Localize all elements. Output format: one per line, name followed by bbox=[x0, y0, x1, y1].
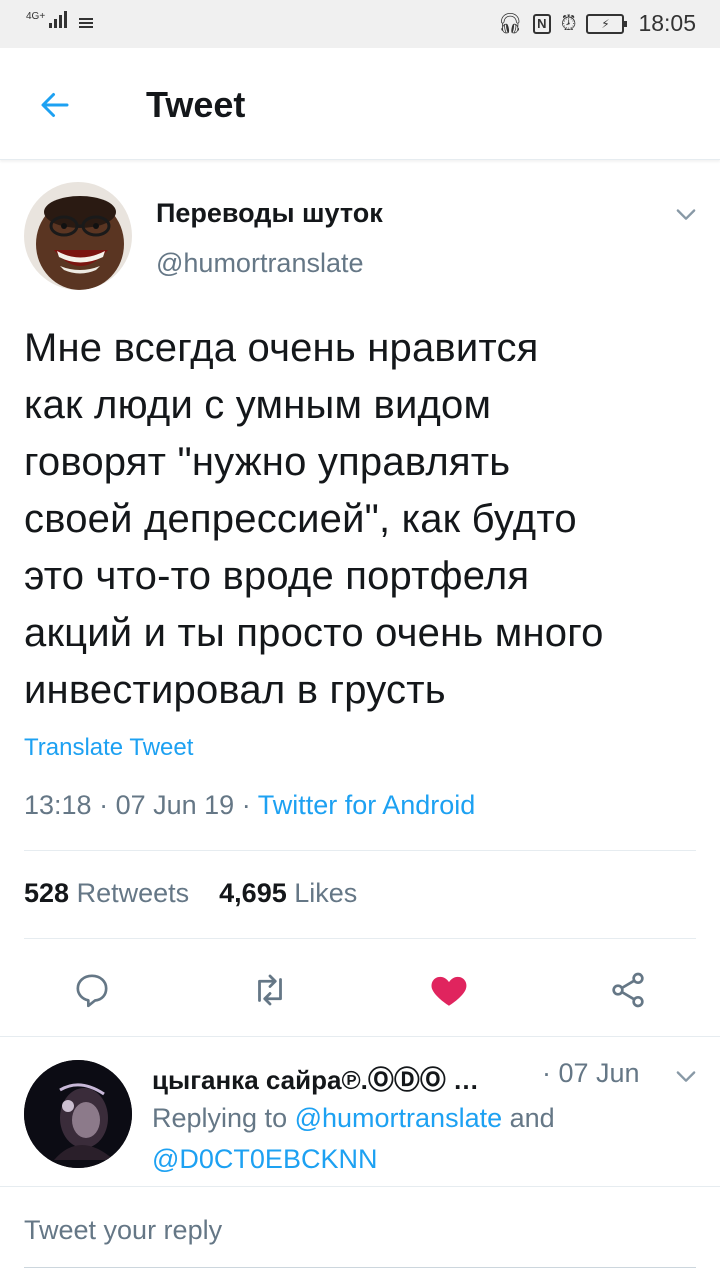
back-button[interactable] bbox=[30, 80, 80, 130]
status-bar: 4G+ 🎧︎ N ⏰︎ ⚡︎ 18:05 bbox=[0, 0, 720, 48]
replying-and: and bbox=[509, 1103, 555, 1133]
back-arrow-icon bbox=[41, 93, 69, 117]
reply-icon bbox=[76, 974, 108, 1008]
reply-input[interactable] bbox=[24, 1207, 696, 1253]
signal-bars-icon bbox=[49, 10, 68, 28]
reply-button[interactable] bbox=[62, 960, 122, 1020]
battery-icon: ⚡︎ bbox=[586, 13, 628, 34]
share-icon bbox=[612, 972, 644, 1008]
top-app-bar: Tweet bbox=[0, 48, 720, 160]
mention-link[interactable]: @humortranslate bbox=[295, 1103, 503, 1133]
replying-to: Replying to @humortranslate and @D0CT0EB… bbox=[152, 1098, 692, 1180]
likes-count: 4,695 bbox=[219, 878, 287, 908]
author-name[interactable]: Переводы шуток bbox=[156, 198, 383, 229]
tweet-date: 07 Jun 19 bbox=[115, 790, 235, 820]
network-type: 4G+ bbox=[26, 11, 46, 22]
reply-author-name[interactable]: цыганка сайра℗.ⓄⒹⓄ … bbox=[152, 1060, 479, 1097]
divider bbox=[24, 938, 696, 939]
translate-tweet-link[interactable]: Translate Tweet bbox=[24, 734, 193, 762]
likes-label: Likes bbox=[294, 878, 358, 908]
alarm-icon: ⏰︎ bbox=[560, 12, 577, 35]
tweet-client-link[interactable]: Twitter for Android bbox=[258, 790, 476, 820]
author-avatar[interactable] bbox=[24, 182, 132, 290]
tweet-stats: 528 Retweets 4,695 Likes bbox=[24, 878, 357, 909]
tweet-time: 13:18 bbox=[24, 790, 92, 820]
like-heart-icon bbox=[431, 976, 467, 1006]
nfc-icon: N bbox=[532, 13, 551, 34]
retweets-label: Retweets bbox=[76, 878, 190, 908]
divider bbox=[0, 1036, 720, 1037]
retweets-stat[interactable]: 528 Retweets bbox=[24, 878, 189, 908]
mention-link[interactable]: @D0CT0EBCKNN bbox=[152, 1144, 377, 1174]
headphones-icon: 🎧︎ bbox=[497, 12, 523, 35]
status-icons: 🎧︎ N ⏰︎ ⚡︎ 18:05 bbox=[497, 10, 696, 37]
page-title: Tweet bbox=[146, 84, 246, 125]
reply-composer bbox=[0, 1187, 720, 1280]
divider bbox=[24, 850, 696, 851]
chevron-down-icon bbox=[676, 209, 696, 220]
tweet-menu-button[interactable] bbox=[672, 200, 700, 228]
reply-time: · 07 Jun bbox=[542, 1058, 640, 1088]
retweets-count: 528 bbox=[24, 878, 70, 908]
like-button[interactable] bbox=[419, 960, 479, 1020]
data-activity-icon bbox=[79, 18, 94, 28]
signal-indicators: 4G+ bbox=[26, 10, 94, 28]
share-button[interactable] bbox=[598, 960, 658, 1020]
retweet-icon bbox=[258, 974, 282, 1006]
tweet-actions bbox=[0, 960, 720, 1020]
retweet-button[interactable] bbox=[240, 960, 300, 1020]
replying-prefix: Replying to bbox=[152, 1103, 288, 1133]
reply-author-avatar[interactable] bbox=[24, 1060, 132, 1168]
reply-input-underline bbox=[24, 1267, 696, 1268]
tweet-text: Мне всегда очень нравится как люди с умн… bbox=[24, 326, 604, 712]
author-handle[interactable]: @humortranslate bbox=[156, 248, 364, 279]
tweet-meta: 13:18 · 07 Jun 19 · Twitter for Android bbox=[24, 790, 476, 820]
reply-menu-button[interactable] bbox=[672, 1062, 700, 1090]
likes-stat[interactable]: 4,695 Likes bbox=[219, 878, 357, 908]
status-time: 18:05 bbox=[638, 10, 696, 36]
chevron-down-icon bbox=[676, 1071, 696, 1082]
